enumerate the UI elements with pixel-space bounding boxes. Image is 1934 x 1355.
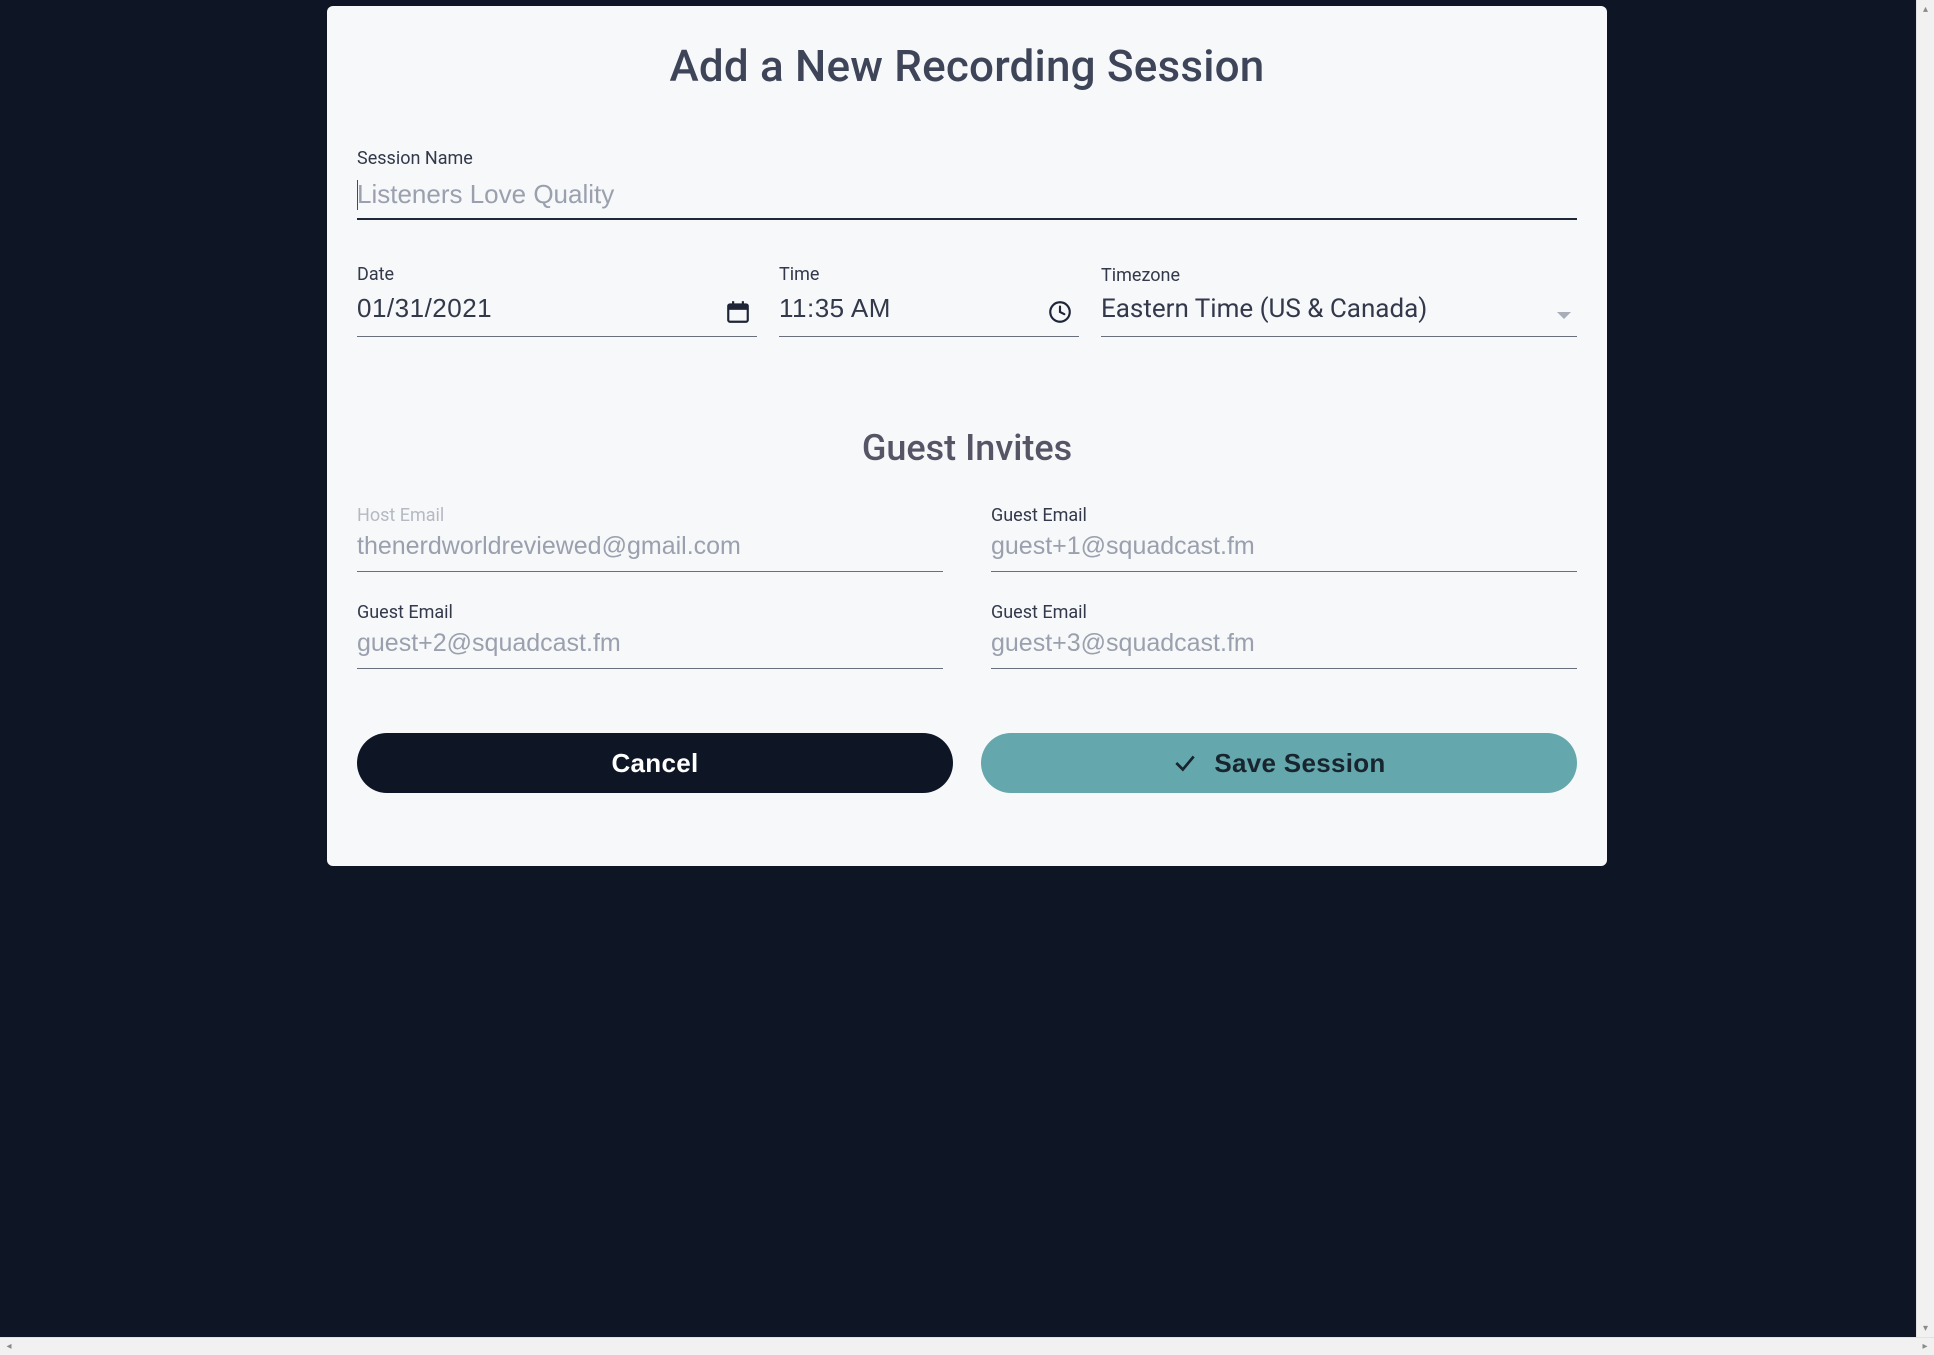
guest-email-1-input[interactable] <box>991 530 1577 572</box>
guest-email-1-field: Guest Email <box>991 505 1577 572</box>
guest-email-2-field: Guest Email <box>357 602 943 669</box>
session-name-input[interactable] <box>357 173 1577 220</box>
scroll-right-icon[interactable]: ▸ <box>1916 1338 1934 1355</box>
guest-email-2-label: Guest Email <box>357 602 943 623</box>
text-cursor <box>357 180 358 210</box>
host-email-input <box>357 530 943 572</box>
modal-title: Add a New Recording Session <box>357 40 1577 92</box>
guest-email-3-input[interactable] <box>991 627 1577 669</box>
guest-email-3-field: Guest Email <box>991 602 1577 669</box>
check-icon <box>1172 750 1198 776</box>
timezone-field: Timezone Eastern Time (US & Canada) <box>1101 265 1577 337</box>
session-name-label: Session Name <box>357 148 1577 169</box>
save-session-label: Save Session <box>1214 748 1385 779</box>
scroll-down-icon[interactable]: ▾ <box>1917 1319 1934 1337</box>
guest-email-3-label: Guest Email <box>991 602 1577 623</box>
guest-email-2-input[interactable] <box>357 627 943 669</box>
date-input[interactable] <box>357 289 757 337</box>
timezone-select[interactable]: Eastern Time (US & Canada) <box>1101 290 1577 337</box>
session-name-field: Session Name <box>357 148 1577 220</box>
cancel-button[interactable]: Cancel <box>357 733 953 793</box>
scroll-up-icon[interactable]: ▴ <box>1917 0 1934 18</box>
host-email-field: Host Email <box>357 505 943 572</box>
clock-icon[interactable] <box>1047 299 1073 325</box>
time-input[interactable] <box>779 289 1079 337</box>
date-field: Date <box>357 264 757 337</box>
time-field: Time <box>779 264 1079 337</box>
save-session-button[interactable]: Save Session <box>981 733 1577 793</box>
add-session-modal: Add a New Recording Session Session Name… <box>327 6 1607 866</box>
vertical-scrollbar[interactable]: ▴ ▾ <box>1916 0 1934 1337</box>
timezone-label: Timezone <box>1101 265 1577 286</box>
calendar-icon[interactable] <box>725 299 751 325</box>
guest-invites-heading: Guest Invites <box>357 427 1577 469</box>
time-label: Time <box>779 264 1079 285</box>
scroll-left-icon[interactable]: ◂ <box>0 1338 18 1355</box>
chevron-down-icon <box>1557 312 1571 319</box>
host-email-label: Host Email <box>357 505 943 526</box>
date-label: Date <box>357 264 757 285</box>
horizontal-scrollbar[interactable]: ◂ ▸ <box>0 1337 1934 1355</box>
guest-email-1-label: Guest Email <box>991 505 1577 526</box>
